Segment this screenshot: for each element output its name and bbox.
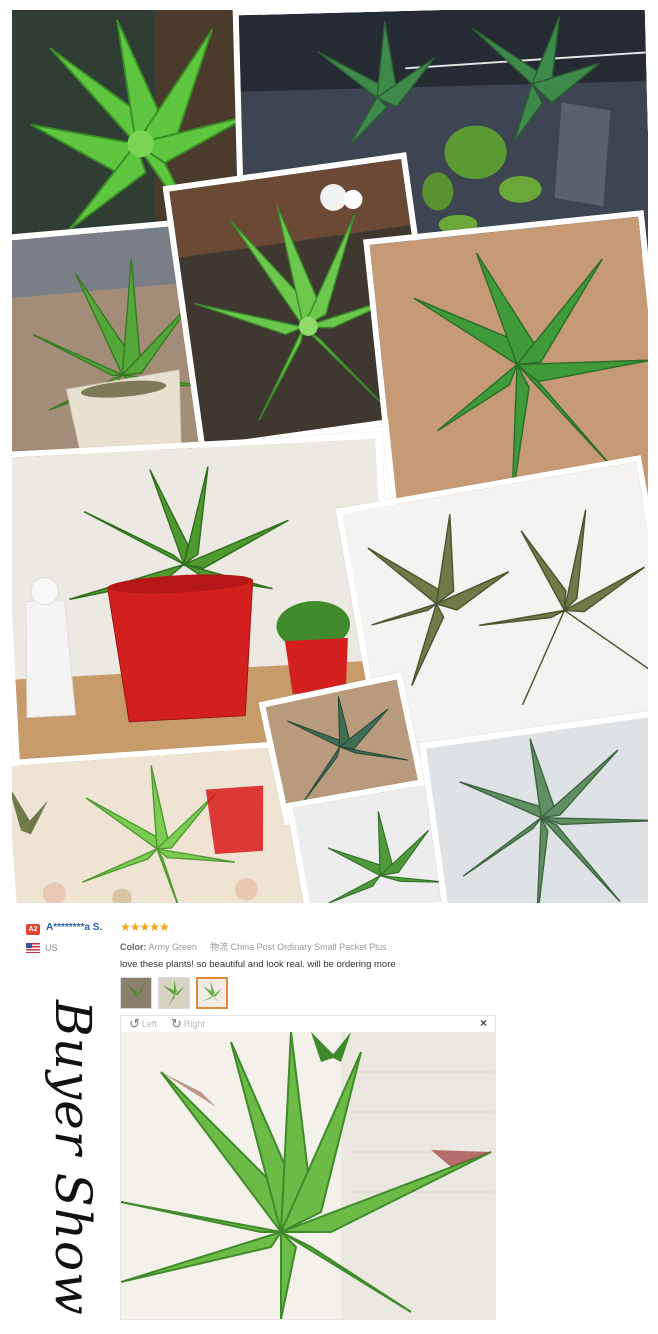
order-meta: Color: Army Green 物流 China Post Ordinary… [120, 940, 387, 953]
photo-floral-cloth-red-glass [12, 739, 312, 903]
buyer-show-title: Buyer Show [44, 1000, 102, 1316]
rotate-right-button[interactable]: ↻ Right [171, 1017, 205, 1030]
rotate-left-icon: ↺ [129, 1016, 140, 1031]
star-rating: ★★★★★ [120, 920, 170, 934]
review-thumbnails [120, 977, 228, 1009]
viewer-toolbar: ↺ Left ↻ Right × [121, 1016, 495, 1032]
enlarged-review-photo [121, 1032, 495, 1319]
rotate-left-label: Left [141, 1018, 157, 1029]
buyer-review: A2 A********a S. ★★★★★ US Color: Army Gr… [0, 915, 658, 1334]
review-thumbnail[interactable] [158, 977, 190, 1009]
shipping-label: 物流 [210, 942, 229, 952]
buyer-level-badge: A2 [26, 924, 40, 935]
color-label: Color: [120, 942, 147, 952]
review-thumbnail[interactable] [120, 977, 152, 1009]
review-comment: love these plants! so beautiful and look… [120, 959, 396, 970]
reviewer-name[interactable]: A********a S. [46, 922, 102, 933]
color-value: Army Green [148, 942, 198, 952]
review-thumbnail-active[interactable] [196, 977, 228, 1009]
shipping-value: China Post Ordinary Small Packet Plus [230, 942, 387, 952]
rotate-left-button[interactable]: ↺ Left [129, 1017, 157, 1030]
reviewer-country: US [45, 943, 58, 953]
close-icon[interactable]: × [480, 1016, 487, 1030]
us-flag-icon [26, 943, 40, 953]
rotate-right-label: Right [183, 1018, 205, 1029]
product-photo-collage [12, 10, 648, 903]
image-viewer: ↺ Left ↻ Right × [120, 1015, 496, 1320]
rotate-right-icon: ↻ [171, 1016, 182, 1031]
photo-grayish-green-plant [419, 710, 648, 903]
